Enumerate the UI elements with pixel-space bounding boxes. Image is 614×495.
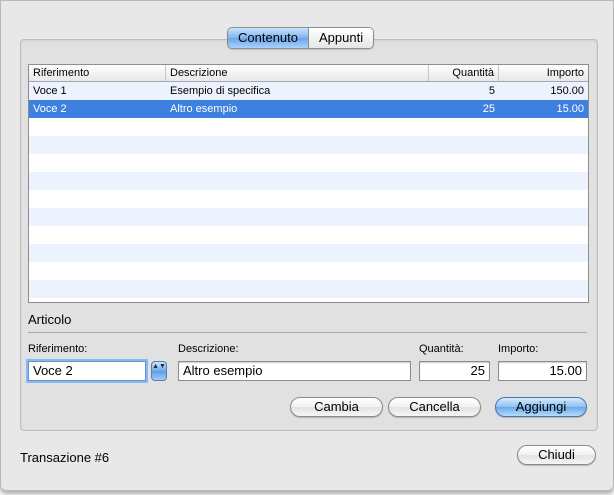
tab-switcher: Contenuto Appunti [227,27,375,49]
table-header: Riferimento Descrizione Quantità Importo [29,65,588,82]
transaction-window: Contenuto Appunti Riferimento Descrizion… [0,0,614,491]
cell-desc: Altro esempio [170,103,238,115]
column-header-quantita[interactable]: Quantità [429,65,499,81]
section-divider [28,332,587,333]
tab-appunti[interactable]: Appunti [308,28,374,48]
desc-label: Descrizione: [178,343,239,355]
amount-field[interactable]: 15.00 [498,361,587,381]
table-row[interactable]: Voce 1 Esempio di specifica 5 150.00 [29,82,588,100]
cell-ref: Voce 1 [33,85,67,97]
cell-amount: 150.00 [550,85,584,97]
items-table[interactable]: Riferimento Descrizione Quantità Importo… [28,64,589,303]
tab-contenuto[interactable]: Contenuto [228,28,308,48]
cell-qty: 25 [482,103,495,115]
column-header-descrizione[interactable]: Descrizione [166,65,429,81]
ref-stepper[interactable]: ▲▼ [151,361,167,381]
amount-label: Importo: [498,343,539,355]
empty-rows [29,118,588,298]
column-header-importo[interactable]: Importo [499,65,588,81]
add-button[interactable]: Aggiungi [495,397,587,417]
cell-amount: 15.00 [556,103,584,115]
delete-button[interactable]: Cancella [388,397,481,417]
change-button[interactable]: Cambia [290,397,383,417]
table-row-selected[interactable]: Voce 2 Altro esempio 25 15.00 [29,100,588,118]
transaction-status: Transazione #6 [20,450,110,465]
qty-label: Quantità: [419,343,464,355]
ref-label: Riferimento: [28,343,88,355]
cell-qty: 5 [488,85,495,97]
cell-desc: Esempio di specifica [170,85,271,97]
column-header-riferimento[interactable]: Riferimento [29,65,166,81]
ref-field[interactable]: Voce 2 [28,361,146,381]
section-title-articolo: Articolo [28,312,72,327]
stepper-arrows-icon: ▲▼ [152,363,166,370]
close-button[interactable]: Chiudi [517,445,596,465]
desc-field[interactable]: Altro esempio [178,361,411,381]
qty-field[interactable]: 25 [419,361,490,381]
cell-ref: Voce 2 [33,103,67,115]
